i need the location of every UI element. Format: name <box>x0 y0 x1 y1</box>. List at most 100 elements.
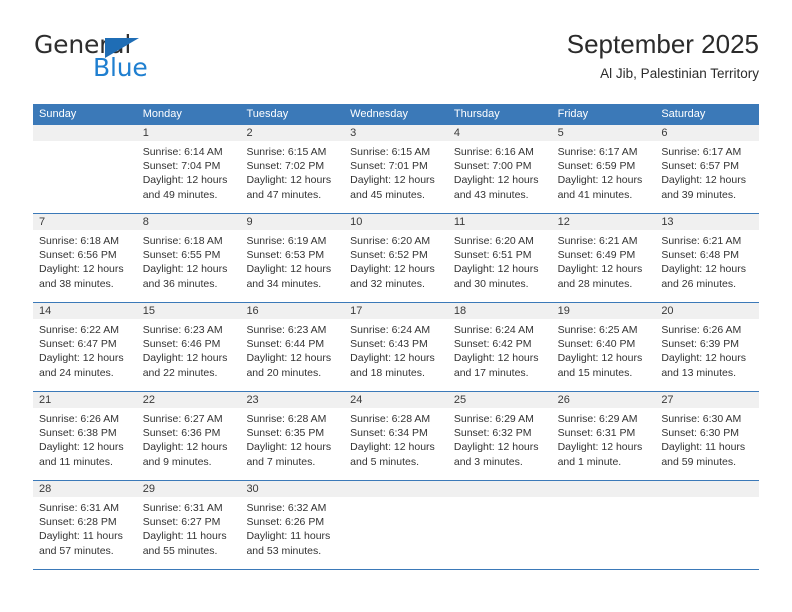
sunset-text: Sunset: 6:36 PM <box>142 427 221 440</box>
daylight-text-line1: Daylight: 12 hours <box>557 352 643 365</box>
daylight-text-line2: and 18 minutes. <box>350 366 425 379</box>
daylight-text-line1: Daylight: 12 hours <box>661 174 746 187</box>
sunset-text: Sunset: 6:59 PM <box>557 160 636 173</box>
calendar-day-cell[interactable]: 18 Sunrise: 6:24 AM Sunset: 6:42 PM Dayligh… <box>447 303 552 391</box>
day-details: Sunrise: 6:17 AM Sunset: 6:59 PM Daylight:… <box>552 141 656 202</box>
day-details: Sunrise: 6:15 AM Sunset: 7:02 PM Daylight:… <box>240 141 344 202</box>
day-details: Sunrise: 6:28 AM Sunset: 6:34 PM Daylight:… <box>344 408 448 469</box>
calendar-day-cell[interactable]: 2 Sunrise: 6:15 AM Sunset: 7:02 PM Daylight… <box>240 125 345 213</box>
calendar-day-cell[interactable]: 20 Sunrise: 6:26 AM Sunset: 6:39 PM Dayligh… <box>655 303 760 391</box>
daylight-text-line2: and 45 minutes. <box>350 188 425 201</box>
location-subtitle: Al Jib, Palestinian Territory <box>600 65 759 81</box>
daylight-text-line1: Daylight: 12 hours <box>453 441 539 454</box>
calendar-day-cell[interactable]: 28 Sunrise: 6:31 AM Sunset: 6:28 PM Dayligh… <box>33 481 137 569</box>
general-blue-logo[interactable]: General Blue <box>33 30 253 90</box>
calendar-day-cell[interactable]: 16 Sunrise: 6:23 AM Sunset: 6:44 PM Dayligh… <box>240 303 345 391</box>
daylight-text-line1: Daylight: 12 hours <box>557 174 643 187</box>
calendar-day-cell[interactable]: 25 Sunrise: 6:29 AM Sunset: 6:32 PM Dayligh… <box>447 392 552 480</box>
calendar-day-cell[interactable]: 14 Sunrise: 6:22 AM Sunset: 6:47 PM Dayligh… <box>33 303 137 391</box>
day-number: 14 <box>33 303 137 319</box>
calendar-day-cell[interactable]: 7 Sunrise: 6:18 AM Sunset: 6:56 PM Daylight… <box>33 214 137 302</box>
calendar-cell-empty <box>344 481 448 569</box>
day-details: Sunrise: 6:23 AM Sunset: 6:46 PM Daylight:… <box>137 319 241 380</box>
calendar-day-cell[interactable]: 11 Sunrise: 6:20 AM Sunset: 6:51 PM Dayligh… <box>447 214 552 302</box>
day-details: Sunrise: 6:19 AM Sunset: 6:53 PM Daylight:… <box>240 230 344 291</box>
calendar-day-cell[interactable]: 12 Sunrise: 6:21 AM Sunset: 6:49 PM Dayligh… <box>551 214 656 302</box>
sunrise-text: Sunrise: 6:21 AM <box>557 235 638 247</box>
daylight-text-line1: Daylight: 12 hours <box>661 352 746 365</box>
day-details <box>552 497 656 501</box>
sunset-text: Sunset: 6:27 PM <box>142 516 221 529</box>
sunset-text: Sunset: 6:43 PM <box>350 338 428 351</box>
daylight-text-line1: Daylight: 12 hours <box>246 174 332 187</box>
day-details: Sunrise: 6:30 AM Sunset: 6:30 PM Daylight:… <box>655 408 759 469</box>
daylight-text-line2: and 38 minutes. <box>39 277 114 290</box>
sunset-text: Sunset: 6:48 PM <box>661 249 739 262</box>
sunrise-text: Sunrise: 6:22 AM <box>39 324 119 336</box>
sunset-text: Sunset: 6:30 PM <box>661 427 739 440</box>
calendar-day-cell[interactable]: 6 Sunrise: 6:17 AM Sunset: 6:57 PM Daylight… <box>655 125 760 213</box>
calendar-week-row: 21 Sunrise: 6:26 AM Sunset: 6:38 PM Dayligh… <box>33 392 760 481</box>
logo-text-blue: Blue <box>93 53 148 82</box>
calendar-day-cell[interactable]: 30 Sunrise: 6:32 AM Sunset: 6:26 PM Dayligh… <box>240 481 345 569</box>
daylight-text-line2: and 9 minutes. <box>142 455 212 468</box>
daylight-text-line1: Daylight: 11 hours <box>661 441 746 454</box>
calendar-day-cell[interactable]: 19 Sunrise: 6:25 AM Sunset: 6:40 PM Dayligh… <box>551 303 656 391</box>
calendar-day-cell[interactable]: 23 Sunrise: 6:28 AM Sunset: 6:35 PM Dayligh… <box>240 392 345 480</box>
calendar-day-cell[interactable]: 26 Sunrise: 6:29 AM Sunset: 6:31 PM Dayligh… <box>551 392 656 480</box>
daylight-text-line2: and 15 minutes. <box>557 366 633 379</box>
sunrise-text: Sunrise: 6:15 AM <box>246 146 327 158</box>
calendar-day-cell[interactable]: 10 Sunrise: 6:20 AM Sunset: 6:52 PM Dayligh… <box>344 214 448 302</box>
day-details: Sunrise: 6:29 AM Sunset: 6:32 PM Daylight:… <box>448 408 552 469</box>
calendar-day-cell[interactable]: 5 Sunrise: 6:17 AM Sunset: 6:59 PM Daylight… <box>551 125 656 213</box>
calendar-day-cell[interactable]: 4 Sunrise: 6:16 AM Sunset: 7:00 PM Daylight… <box>447 125 552 213</box>
daylight-text-line2: and 59 minutes. <box>661 455 737 468</box>
sunset-text: Sunset: 7:02 PM <box>246 160 325 173</box>
daylight-text-line2: and 5 minutes. <box>350 455 420 468</box>
daylight-text-line1: Daylight: 12 hours <box>142 174 228 187</box>
day-details <box>448 497 552 501</box>
calendar-weeks: 1 Sunrise: 6:14 AM Sunset: 7:04 PM Daylight… <box>33 125 760 570</box>
calendar-day-cell[interactable]: 29 Sunrise: 6:31 AM Sunset: 6:27 PM Dayligh… <box>136 481 241 569</box>
day-number: 23 <box>240 392 345 408</box>
weekday-header-tuesday: Tuesday <box>246 108 289 120</box>
weekday-header-saturday: Saturday <box>661 108 706 120</box>
daylight-text-line2: and 32 minutes. <box>350 277 425 290</box>
day-number: 29 <box>136 481 241 497</box>
calendar-week-row: 1 Sunrise: 6:14 AM Sunset: 7:04 PM Daylight… <box>33 125 760 214</box>
day-details: Sunrise: 6:15 AM Sunset: 7:01 PM Daylight:… <box>344 141 448 202</box>
day-number: 20 <box>655 303 760 319</box>
sunset-text: Sunset: 7:01 PM <box>350 160 428 173</box>
sunrise-text: Sunrise: 6:32 AM <box>246 502 327 514</box>
page-title: September 2025 <box>566 29 759 59</box>
calendar-day-cell[interactable]: 24 Sunrise: 6:28 AM Sunset: 6:34 PM Dayligh… <box>344 392 448 480</box>
calendar-day-cell[interactable]: 8 Sunrise: 6:18 AM Sunset: 6:55 PM Daylight… <box>136 214 241 302</box>
calendar-day-cell[interactable]: 21 Sunrise: 6:26 AM Sunset: 6:38 PM Dayligh… <box>33 392 137 480</box>
day-number: 11 <box>447 214 552 230</box>
calendar-day-cell[interactable]: 1 Sunrise: 6:14 AM Sunset: 7:04 PM Daylight… <box>136 125 241 213</box>
daylight-text-line1: Daylight: 12 hours <box>350 352 435 365</box>
day-details: Sunrise: 6:23 AM Sunset: 6:44 PM Daylight:… <box>240 319 344 380</box>
sunrise-text: Sunrise: 6:15 AM <box>350 146 431 158</box>
sunset-text: Sunset: 6:47 PM <box>39 338 117 351</box>
day-details: Sunrise: 6:24 AM Sunset: 6:43 PM Daylight:… <box>344 319 448 380</box>
sunrise-text: Sunrise: 6:18 AM <box>142 235 223 247</box>
sunrise-text: Sunrise: 6:17 AM <box>661 146 742 158</box>
daylight-text-line2: and 39 minutes. <box>661 188 737 201</box>
calendar-day-cell[interactable]: 3 Sunrise: 6:15 AM Sunset: 7:01 PM Daylight… <box>344 125 448 213</box>
daylight-text-line2: and 26 minutes. <box>661 277 737 290</box>
daylight-text-line1: Daylight: 12 hours <box>246 441 332 454</box>
calendar-day-cell[interactable]: 17 Sunrise: 6:24 AM Sunset: 6:43 PM Dayligh… <box>344 303 448 391</box>
day-number: 24 <box>344 392 448 408</box>
calendar-day-cell[interactable]: 9 Sunrise: 6:19 AM Sunset: 6:53 PM Daylight… <box>240 214 345 302</box>
calendar-day-cell[interactable]: 13 Sunrise: 6:21 AM Sunset: 6:48 PM Dayligh… <box>655 214 760 302</box>
calendar-day-cell[interactable]: 15 Sunrise: 6:23 AM Sunset: 6:46 PM Dayligh… <box>136 303 241 391</box>
daylight-text-line2: and 57 minutes. <box>39 544 114 557</box>
sunrise-text: Sunrise: 6:26 AM <box>661 324 742 336</box>
sunrise-text: Sunrise: 6:25 AM <box>557 324 638 336</box>
daylight-text-line2: and 7 minutes. <box>246 455 316 468</box>
calendar-day-cell[interactable]: 22 Sunrise: 6:27 AM Sunset: 6:36 PM Dayligh… <box>136 392 241 480</box>
day-number <box>447 481 552 497</box>
page-header: General Blue September 2025 Al Jib, Pale… <box>33 29 759 100</box>
calendar-day-cell[interactable]: 27 Sunrise: 6:30 AM Sunset: 6:30 PM Dayligh… <box>655 392 760 480</box>
